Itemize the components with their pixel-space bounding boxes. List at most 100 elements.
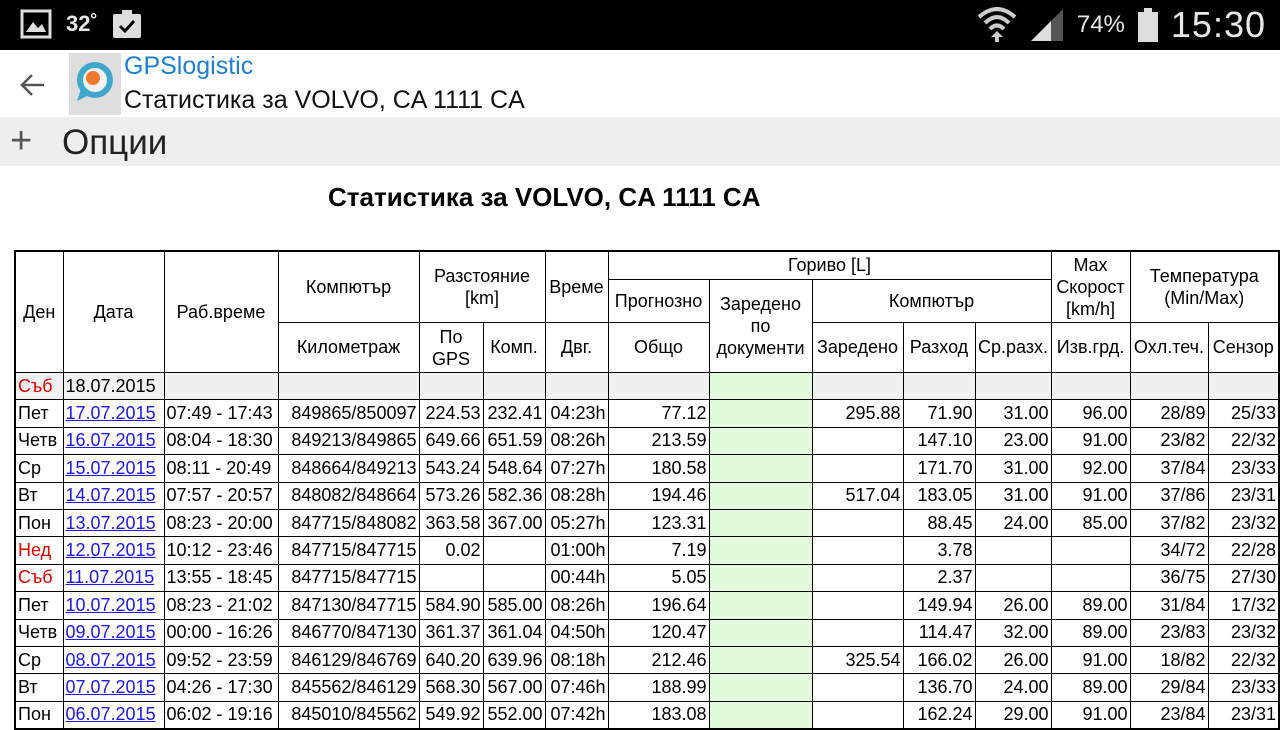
cell-fuel-docs [708, 426, 813, 456]
date-link[interactable]: 15.07.2015 [66, 458, 156, 478]
cell-day: Пет [14, 591, 64, 620]
date-link[interactable]: 16.07.2015 [66, 430, 156, 450]
cell-max-speed: 85.00 [1050, 508, 1131, 538]
cell-fuel-total: 123.31 [607, 508, 710, 538]
header-avg-consumption: Ср.разх. [974, 322, 1052, 373]
cell-fuel-consumption [902, 371, 976, 401]
cell-gps-distance: 0.02 [418, 536, 484, 565]
cell-work-time: 06:02 - 19:16 [163, 700, 279, 730]
cell-work-time: 08:23 - 20:00 [163, 508, 279, 538]
cell-date[interactable]: 09.07.2015 [62, 618, 165, 647]
table-row: Четв 16.07.2015 08:04 - 18:30 849213/849865… [14, 426, 1280, 456]
cell-movement-time: 08:28h [544, 481, 609, 510]
plus-icon[interactable]: + [10, 122, 32, 160]
date-link[interactable]: 12.07.2015 [66, 540, 156, 560]
cell-fuel-refueled [811, 536, 904, 565]
date-link[interactable]: 06.07.2015 [66, 704, 156, 724]
cell-fuel-consumption: 183.05 [902, 481, 976, 510]
cell-sensor-temp: 23/31 [1207, 700, 1280, 730]
cell-fuel-total: 120.47 [607, 618, 710, 647]
cell-coolant-temp [1129, 371, 1209, 401]
cell-fuel-total: 196.64 [607, 591, 710, 620]
cell-date[interactable]: 13.07.2015 [62, 508, 165, 538]
cell-fuel-docs [708, 563, 813, 593]
date-link[interactable]: 14.07.2015 [66, 485, 156, 505]
cell-mileage: 849213/849865 [277, 426, 420, 456]
cell-date[interactable]: 17.07.2015 [62, 399, 165, 428]
cell-sensor-temp: 23/31 [1207, 481, 1280, 510]
battery-icon [1137, 8, 1158, 42]
cell-fuel-docs [708, 645, 813, 675]
cell-date[interactable]: 16.07.2015 [62, 426, 165, 456]
cell-fuel-avg: 29.00 [974, 700, 1052, 730]
task-done-icon [112, 10, 141, 38]
date-link[interactable]: 17.07.2015 [66, 403, 156, 423]
cell-fuel-refueled [811, 563, 904, 593]
cell-max-speed: 92.00 [1050, 454, 1131, 483]
date-link[interactable]: 09.07.2015 [66, 622, 156, 642]
cell-gps-distance: 361.37 [418, 618, 484, 647]
header-fuel: Гориво [L] [607, 250, 1052, 280]
cell-date[interactable]: 06.07.2015 [62, 700, 165, 730]
cell-sensor-temp: 25/33 [1207, 399, 1280, 428]
cell-day: Ср [14, 454, 64, 483]
date-link[interactable]: 08.07.2015 [66, 650, 156, 670]
date-link[interactable]: 10.07.2015 [66, 595, 156, 615]
cell-fuel-consumption: 162.24 [902, 700, 976, 730]
options-bar[interactable]: + Опции [0, 117, 1280, 166]
cell-movement-time: 08:26h [544, 591, 609, 620]
cell-fuel-total [607, 371, 710, 401]
header-refueled: Заредено [811, 322, 904, 373]
cell-day: Съб [14, 563, 64, 593]
table-row: Ср 08.07.2015 09:52 - 23:59 846129/846769 64… [14, 645, 1280, 675]
cell-date[interactable]: 08.07.2015 [62, 645, 165, 675]
options-label[interactable]: Опции [62, 123, 167, 163]
header-total: Общо [607, 322, 710, 373]
table-row: Четв 09.07.2015 00:00 - 16:26 846770/847130… [14, 618, 1280, 647]
cell-fuel-consumption: 171.70 [902, 454, 976, 483]
cell-comp-distance: 567.00 [482, 673, 546, 702]
cell-day: Пон [14, 508, 64, 538]
cell-day: Пон [14, 700, 64, 730]
cell-fuel-consumption: 114.47 [902, 618, 976, 647]
cell-movement-time: 01:00h [544, 536, 609, 565]
cell-comp-distance: 361.04 [482, 618, 546, 647]
cell-comp-distance: 582.36 [482, 481, 546, 510]
cell-fuel-avg [974, 371, 1052, 401]
date-link[interactable]: 07.07.2015 [66, 677, 156, 697]
gallery-icon [20, 9, 52, 39]
cell-date[interactable]: 15.07.2015 [62, 454, 165, 483]
cell-fuel-refueled: 325.54 [811, 645, 904, 675]
header-max-speed: Max Скорост [km/h] [1050, 250, 1131, 323]
cell-date[interactable]: 11.07.2015 [62, 563, 165, 593]
cell-movement-time: 07:27h [544, 454, 609, 483]
table-row: Съб 11.07.2015 13:55 - 18:45 847715/847715 0… [14, 563, 1280, 593]
status-right: 74% 15:30 [977, 0, 1266, 50]
table-row: Пон 13.07.2015 08:23 - 20:00 847715/848082 3… [14, 508, 1280, 538]
cell-work-time: 07:49 - 17:43 [163, 399, 279, 428]
cell-fuel-refueled [811, 700, 904, 730]
cell-date[interactable]: 14.07.2015 [62, 481, 165, 510]
cell-date[interactable]: 07.07.2015 [62, 673, 165, 702]
page-title: Статистика за VOLVO, CA 1111 CA [328, 182, 761, 212]
header-time: Време [544, 250, 609, 323]
cell-gps-distance: 640.20 [418, 645, 484, 675]
cell-fuel-refueled [811, 371, 904, 401]
app-logo [69, 53, 121, 115]
cell-date[interactable]: 12.07.2015 [62, 536, 165, 565]
header-comp: Комп. [482, 322, 546, 373]
cell-coolant-temp: 36/75 [1129, 563, 1209, 593]
back-arrow-icon[interactable] [18, 70, 48, 100]
header-distance: Разстояние [km] [418, 250, 546, 323]
cell-work-time: 13:55 - 18:45 [163, 563, 279, 593]
date-link[interactable]: 11.07.2015 [66, 567, 155, 587]
cell-date[interactable]: 10.07.2015 [62, 591, 165, 620]
cell-comp-distance: 552.00 [482, 700, 546, 730]
table-row: Нед 12.07.2015 10:12 - 23:46 847715/847715 0… [14, 536, 1280, 565]
table-row: Ср 15.07.2015 08:11 - 20:49 848664/849213 54… [14, 454, 1280, 483]
date-link[interactable]: 13.07.2015 [66, 513, 156, 533]
cell-fuel-docs [708, 618, 813, 647]
wifi-icon [977, 7, 1017, 42]
cell-sensor-temp: 23/32 [1207, 508, 1280, 538]
header-calc: Изв.грд. [1050, 322, 1131, 373]
